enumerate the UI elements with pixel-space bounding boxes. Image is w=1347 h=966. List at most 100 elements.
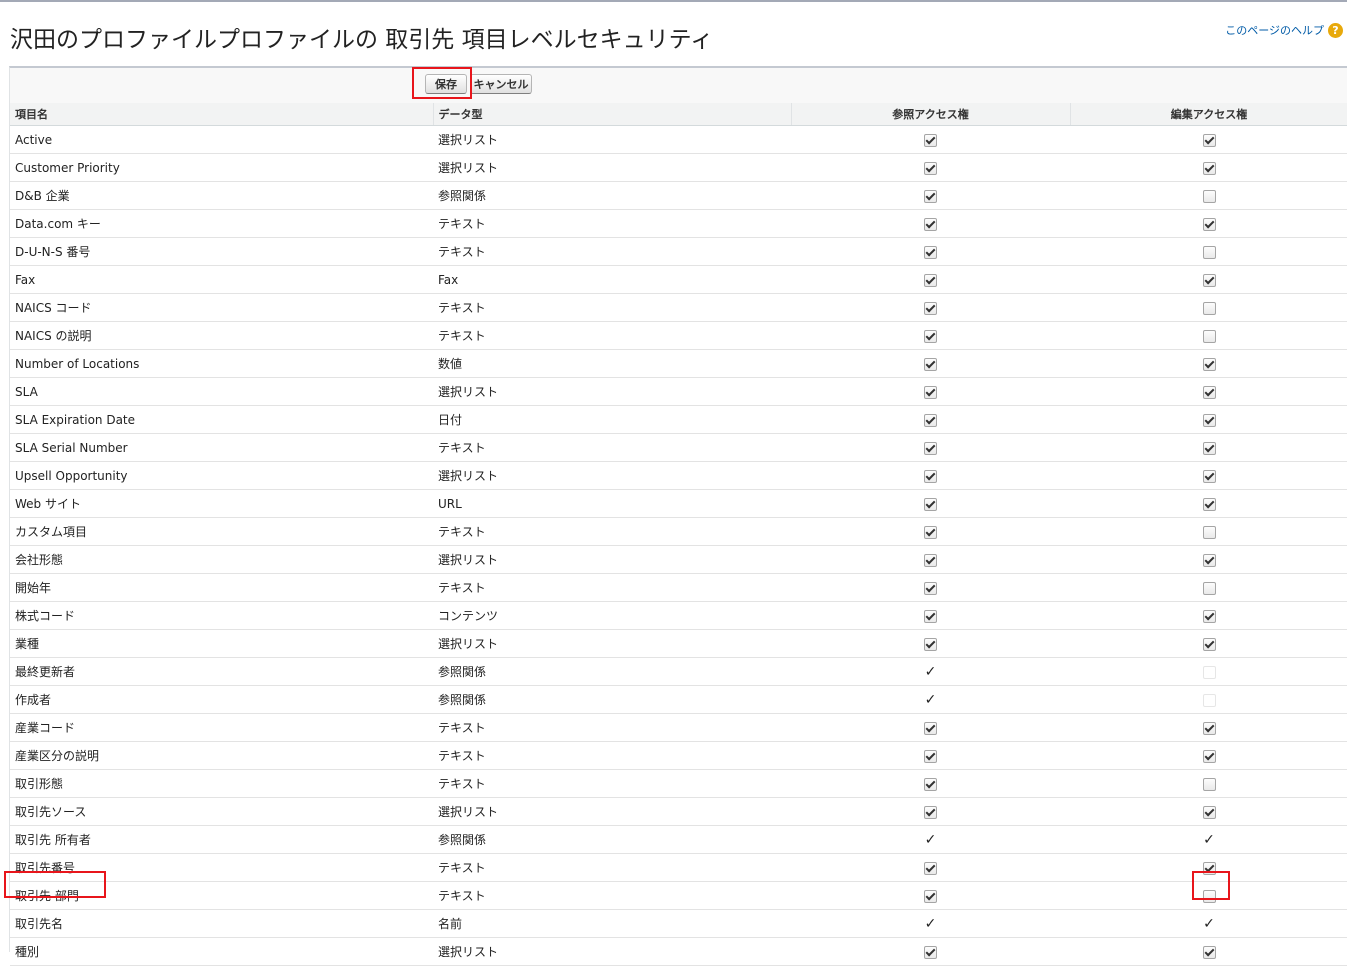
read-access-checkbox[interactable]: [924, 497, 937, 511]
field-name: D-U-N-S 番号: [10, 237, 433, 266]
read-access-checkbox[interactable]: [924, 861, 937, 875]
read-access-checkbox[interactable]: [924, 777, 937, 791]
read-access-checkbox[interactable]: [924, 217, 937, 231]
edit-access-checkbox[interactable]: [1202, 189, 1216, 203]
read-access-checkbox[interactable]: [924, 245, 937, 259]
edit-access-checkbox[interactable]: [1202, 749, 1216, 763]
field-name: 取引形態: [10, 769, 433, 798]
read-access-checkbox[interactable]: [924, 889, 937, 903]
edit-access-checkbox[interactable]: [1202, 273, 1216, 287]
edit-access-checkbox[interactable]: [1202, 441, 1216, 455]
field-name: 取引先 部門: [10, 881, 433, 910]
edit-access-cell: [1070, 629, 1347, 658]
data-type: テキスト: [433, 293, 791, 322]
table-row: 取引先 部門 テキスト: [10, 881, 1347, 910]
read-access-cell: [791, 181, 1070, 210]
edit-access-checkbox[interactable]: [1202, 889, 1216, 903]
edit-access-checkbox[interactable]: [1202, 525, 1216, 539]
read-access-checkbox[interactable]: [924, 357, 937, 371]
table-row: 株式コード コンテンツ: [10, 601, 1347, 630]
table-row: 業種 選択リスト: [10, 629, 1347, 658]
edit-access-checkbox[interactable]: [1202, 497, 1216, 511]
edit-access-checkbox[interactable]: [1202, 357, 1216, 371]
edit-access-checkbox[interactable]: [1202, 217, 1216, 231]
read-access-checkbox[interactable]: [924, 329, 937, 343]
read-access-cell: ✓: [791, 825, 1070, 854]
read-access-checkbox[interactable]: [924, 441, 937, 455]
table-row: 取引形態 テキスト: [10, 769, 1347, 798]
read-access-checkbox[interactable]: [924, 749, 937, 763]
edit-access-checkbox[interactable]: [1202, 861, 1216, 875]
cancel-button[interactable]: キャンセル: [470, 74, 532, 94]
data-type: 参照関係: [433, 825, 791, 854]
edit-access-cell: [1070, 265, 1347, 294]
edit-access-checkbox[interactable]: [1202, 777, 1216, 791]
edit-access-checkbox[interactable]: [1202, 805, 1216, 819]
edit-access-cell: [1070, 853, 1347, 882]
edit-access-cell: [1070, 209, 1347, 238]
read-access-cell: [791, 237, 1070, 266]
question-icon[interactable]: ?: [1328, 22, 1343, 38]
table-row: NAICS の説明 テキスト: [10, 321, 1347, 350]
edit-access-checkbox[interactable]: [1202, 637, 1216, 651]
read-access-checkbox[interactable]: [924, 721, 937, 735]
edit-access-checkbox[interactable]: [1202, 945, 1216, 959]
table-row: 作成者 参照関係 ✓: [10, 685, 1347, 714]
read-access-checkbox[interactable]: [924, 469, 937, 483]
edit-access-checkbox[interactable]: [1202, 161, 1216, 175]
field-name: 会社形態: [10, 545, 433, 574]
data-type: コンテンツ: [433, 601, 791, 630]
read-access-cell: [791, 853, 1070, 882]
read-access-checkbox[interactable]: [924, 133, 937, 147]
read-access-cell: [791, 433, 1070, 462]
read-access-checkbox[interactable]: [924, 525, 937, 539]
read-access-checkbox[interactable]: [924, 553, 937, 567]
read-access-checkbox[interactable]: [924, 161, 937, 175]
edit-access-checkbox[interactable]: [1202, 329, 1216, 343]
read-access-cell: [791, 881, 1070, 910]
read-access-checkbox[interactable]: [924, 945, 937, 959]
data-type: 日付: [433, 405, 791, 434]
field-name: 取引先名: [10, 909, 433, 938]
edit-access-checkbox[interactable]: [1202, 133, 1216, 147]
read-access-cell: [791, 489, 1070, 518]
edit-access-checkbox[interactable]: [1202, 385, 1216, 399]
page-title: 沢田のプロファイルプロファイルの 取引先 項目レベルセキュリティ: [10, 27, 714, 53]
data-type: テキスト: [433, 209, 791, 238]
edit-access-checkbox[interactable]: [1202, 469, 1216, 483]
field-name: カスタム項目: [10, 517, 433, 546]
read-access-cell: [791, 349, 1070, 378]
column-header-type: データ型: [433, 103, 792, 126]
edit-access-checkbox[interactable]: [1202, 609, 1216, 623]
edit-access-checkbox[interactable]: [1202, 301, 1216, 315]
edit-access-cell: ✓: [1070, 825, 1347, 854]
field-name: 取引先ソース: [10, 797, 433, 826]
edit-access-checkbox[interactable]: [1202, 721, 1216, 735]
read-access-checkbox[interactable]: [924, 385, 937, 399]
edit-access-checkbox[interactable]: [1202, 245, 1216, 259]
table-row: D-U-N-S 番号 テキスト: [10, 237, 1347, 266]
edit-access-checkbox[interactable]: [1202, 581, 1216, 595]
read-access-checkbox[interactable]: [924, 581, 937, 595]
table-row: SLA 選択リスト: [10, 377, 1347, 406]
edit-access-checkbox[interactable]: [1202, 413, 1216, 427]
help-link[interactable]: このページのヘルプ ?: [1225, 22, 1343, 38]
edit-access-cell: [1070, 769, 1347, 798]
field-security-panel: 保存 キャンセル 項目名 データ型 参照アクセス権 編集アクセス権 Active…: [9, 66, 1347, 966]
help-label[interactable]: このページのヘルプ: [1225, 22, 1324, 38]
edit-access-cell: [1070, 489, 1347, 518]
read-access-checkbox[interactable]: [924, 301, 937, 315]
data-type: Fax: [433, 265, 791, 294]
edit-access-cell: [1070, 797, 1347, 826]
read-access-checkbox[interactable]: [924, 805, 937, 819]
save-button[interactable]: 保存: [425, 74, 467, 94]
read-access-checkbox[interactable]: [924, 637, 937, 651]
edit-access-checkbox[interactable]: [1202, 553, 1216, 567]
read-access-checkbox[interactable]: [924, 413, 937, 427]
read-access-checkbox[interactable]: [924, 273, 937, 287]
read-access-cell: [791, 545, 1070, 574]
table-row: Active 選択リスト: [10, 125, 1347, 154]
edit-access-cell: [1070, 937, 1347, 966]
read-access-checkbox[interactable]: [924, 189, 937, 203]
read-access-checkbox[interactable]: [924, 609, 937, 623]
